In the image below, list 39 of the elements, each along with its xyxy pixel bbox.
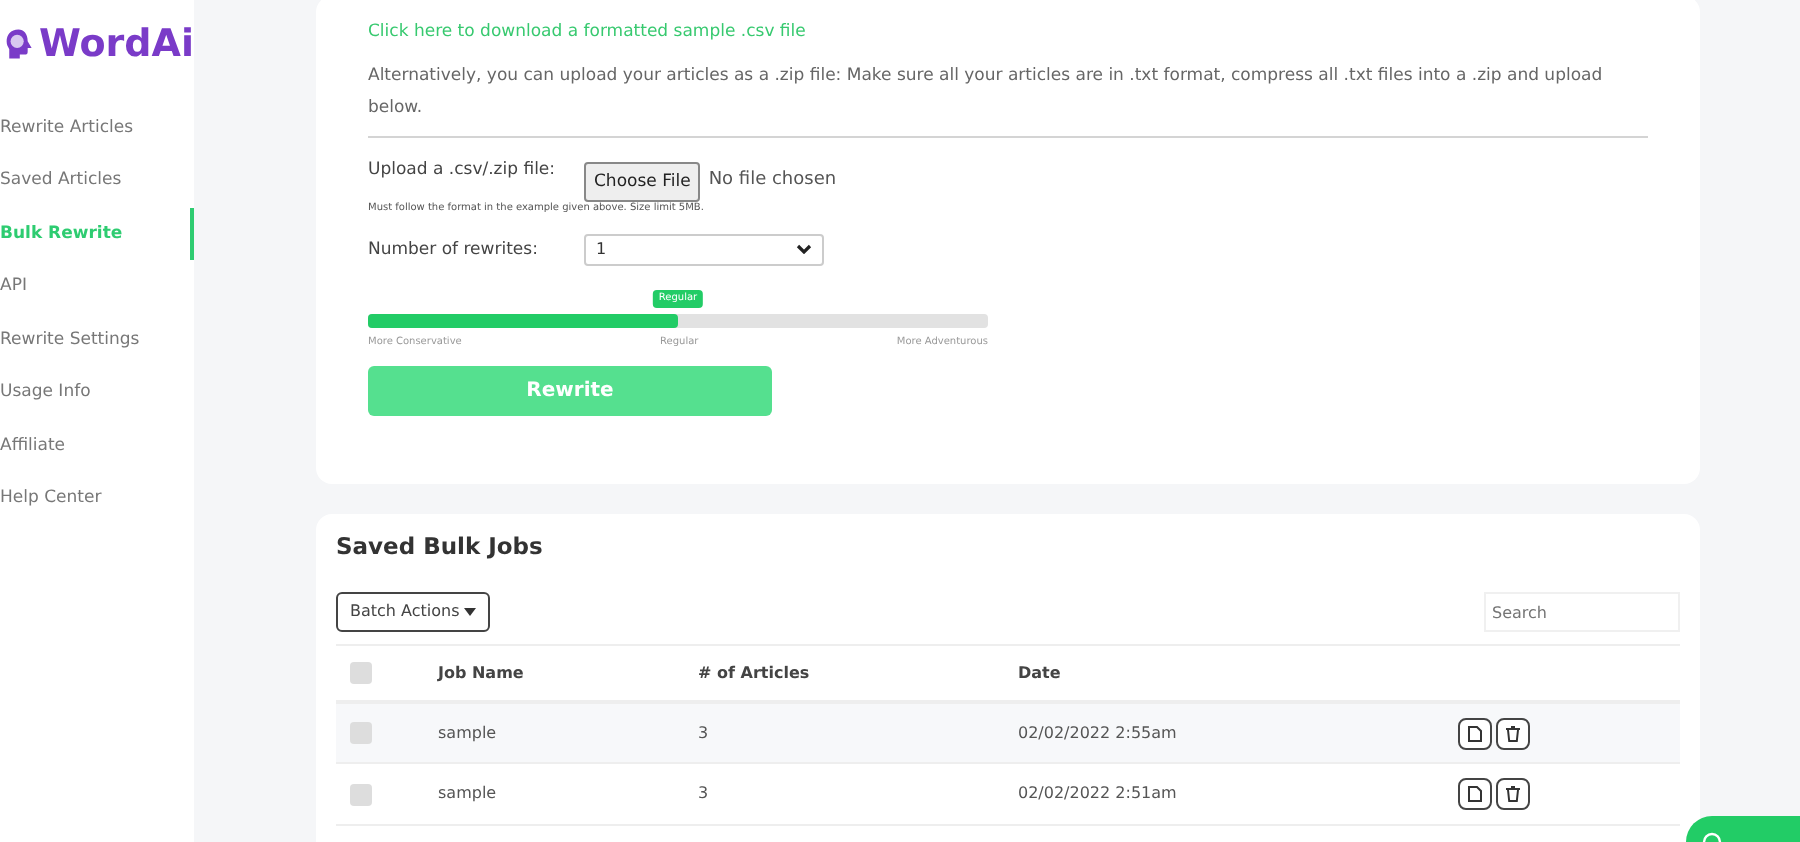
checkbox[interactable]	[350, 783, 372, 806]
sidebar-item[interactable]: Affiliate	[0, 419, 194, 472]
checkbox[interactable]	[350, 721, 372, 744]
table-cell: 3	[698, 784, 709, 803]
column-header: Date	[1018, 663, 1061, 681]
logo-text: WordAi	[38, 20, 194, 70]
view-button[interactable]	[1458, 778, 1492, 811]
section-title: Saved Bulk Jobs	[336, 530, 545, 564]
delete-button[interactable]	[1496, 778, 1530, 811]
sidebar-item[interactable]: Help Center	[0, 472, 194, 525]
sidebar-item[interactable]: Rewrite Settings	[0, 313, 194, 366]
column-header: Job Name	[438, 663, 524, 681]
trash-icon	[1506, 725, 1520, 741]
trash-icon	[1506, 786, 1520, 803]
chevron-down-icon	[796, 244, 812, 255]
checkbox[interactable]	[350, 661, 372, 684]
search-field[interactable]: Search	[1484, 592, 1680, 633]
table-cell: sample	[438, 723, 497, 741]
caret-icon	[464, 608, 477, 617]
batch-actions-button[interactable]: Batch Actions	[336, 592, 491, 633]
table-cell: 02/02/2022 2:55am	[1018, 723, 1177, 741]
rewrites-label: Number of rewrites:	[368, 237, 540, 264]
delete-button[interactable]	[1496, 717, 1530, 749]
sidebar-item[interactable]: API	[0, 260, 194, 313]
file-status: No file chosen	[708, 168, 837, 195]
view-button[interactable]	[1458, 717, 1492, 749]
rewrites-select[interactable]: 1	[584, 233, 824, 266]
column-header: # of Articles	[698, 663, 810, 681]
table-cell: 3	[698, 723, 709, 741]
document-icon	[1468, 725, 1482, 741]
upload-label: Upload a .csv/.zip file:	[368, 157, 558, 183]
instructions-text: Alternatively, you can upload your articles as a .zip file: Make sure all your articles are in .txt format, compress all .txt files into a .zip and upload below.	[368, 63, 1605, 121]
table-cell: 02/02/2022 2:51am	[1018, 784, 1177, 803]
choose-file-button[interactable]: Choose File	[584, 161, 701, 203]
document-icon	[1468, 786, 1482, 803]
table-cell: sample	[438, 784, 497, 803]
sidebar-item[interactable]: Rewrite Articles	[0, 101, 194, 154]
sidebar-item[interactable]: Saved Articles	[0, 154, 194, 207]
sidebar-item[interactable]: Usage Info	[0, 366, 194, 419]
